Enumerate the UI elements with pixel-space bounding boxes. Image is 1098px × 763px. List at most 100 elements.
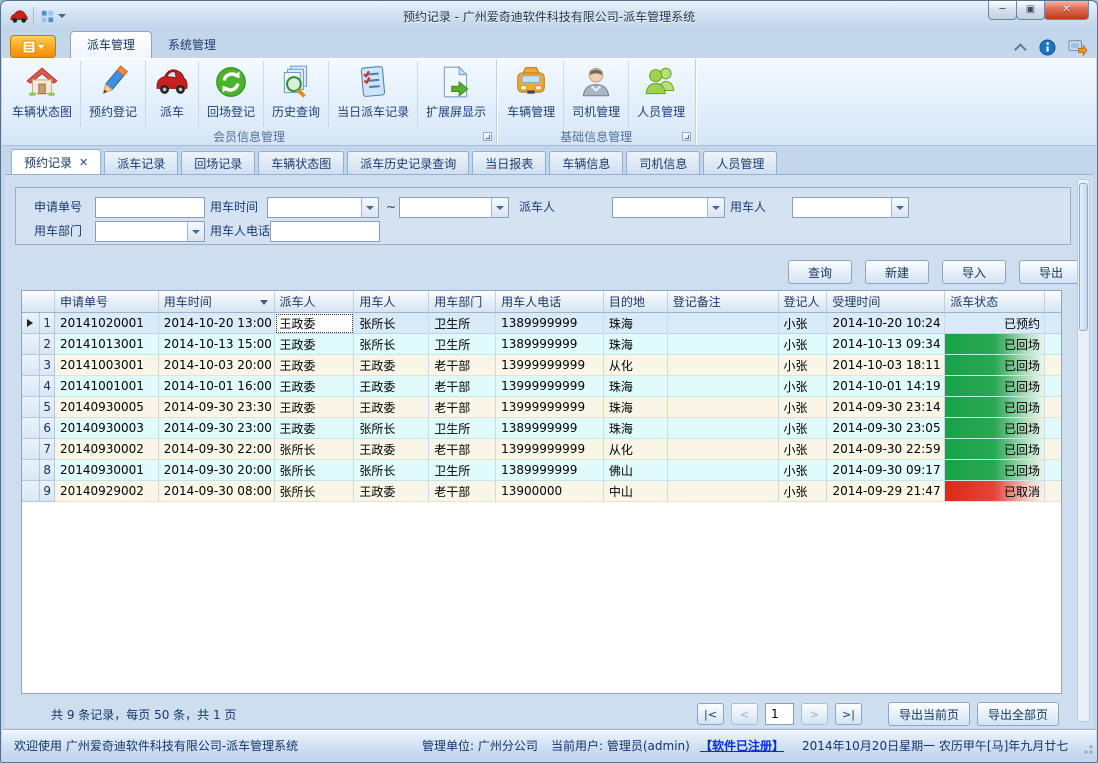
cell-user[interactable]: 王政委 [354, 481, 429, 502]
row-number-cell[interactable]: 2 [40, 334, 55, 355]
cell-use_time[interactable]: 2014-09-30 23:30 [159, 397, 275, 418]
row-indicator-cell[interactable] [22, 439, 40, 460]
cell-user[interactable]: 王政委 [354, 376, 429, 397]
close-tab-icon[interactable]: ✕ [79, 156, 88, 169]
cell-remark[interactable] [668, 334, 779, 355]
ribbon-button-house[interactable]: 车辆状态图 [4, 61, 81, 127]
cell-registrant[interactable]: 小张 [779, 397, 828, 418]
doc-tab-预约记录[interactable]: 预约记录✕ [11, 149, 101, 174]
cell-registrant[interactable]: 小张 [779, 313, 828, 334]
prev-page-button[interactable]: < [731, 703, 758, 725]
apply-no-input[interactable] [95, 197, 205, 218]
column-header-accept_time[interactable]: 受理时间 [827, 291, 945, 312]
cell-apply_no[interactable]: 20141001001 [55, 376, 159, 397]
ribbon-button-checklist[interactable]: 当日派车记录 [329, 61, 418, 127]
table-row[interactable]: 1201410200012014-10-20 13:00王政委张所长卫生所138… [22, 313, 1061, 334]
scrollbar-thumb[interactable] [1079, 183, 1088, 331]
cell-phone[interactable]: 13999999999 [496, 397, 604, 418]
row-number-cell[interactable]: 5 [40, 397, 55, 418]
ribbon-button-recycle[interactable]: 回场登记 [199, 61, 264, 127]
use-time-to-combo[interactable] [399, 197, 509, 218]
collapse-ribbon-icon[interactable] [1014, 43, 1027, 56]
cell-status[interactable]: 已回场 [945, 439, 1045, 460]
vertical-scrollbar[interactable] [1077, 179, 1090, 722]
cell-apply_no[interactable]: 20140930005 [55, 397, 159, 418]
use-time-from-combo[interactable] [267, 197, 379, 218]
dept-combo[interactable] [95, 221, 205, 242]
cell-dispatcher[interactable]: 张所长 [275, 460, 355, 481]
doc-tab-回场记录[interactable]: 回场记录 [181, 151, 255, 174]
row-number-cell[interactable]: 9 [40, 481, 55, 502]
cell-status[interactable]: 已回场 [945, 418, 1045, 439]
cell-user[interactable]: 张所长 [354, 334, 429, 355]
resize-grip-icon[interactable] [1081, 742, 1093, 754]
column-header-dispatcher[interactable]: 派车人 [275, 291, 355, 312]
cell-registrant[interactable]: 小张 [779, 334, 828, 355]
row-indicator-cell[interactable] [22, 376, 40, 397]
cell-remark[interactable] [668, 481, 779, 502]
row-number-cell[interactable]: 1 [40, 313, 55, 334]
column-header-registrant[interactable]: 登记人 [779, 291, 828, 312]
doc-tab-车辆状态图[interactable]: 车辆状态图 [258, 151, 344, 174]
row-indicator-cell[interactable] [22, 481, 40, 502]
cell-dept[interactable]: 老干部 [429, 481, 496, 502]
cell-dept[interactable]: 卫生所 [429, 418, 496, 439]
cell-accept_time[interactable]: 2014-10-01 14:19 [827, 376, 945, 397]
query-button[interactable]: 查询 [788, 260, 852, 284]
phone-input[interactable] [270, 221, 380, 242]
cell-dept[interactable]: 卫生所 [429, 334, 496, 355]
cell-user[interactable]: 张所长 [354, 313, 429, 334]
column-header-use_time[interactable]: 用车时间 [159, 291, 275, 312]
cell-remark[interactable] [668, 376, 779, 397]
cell-use_time[interactable]: 2014-10-01 16:00 [159, 376, 275, 397]
cell-registrant[interactable]: 小张 [779, 418, 828, 439]
cell-dept[interactable]: 卫生所 [429, 460, 496, 481]
row-indicator-cell[interactable] [22, 397, 40, 418]
cell-dispatcher[interactable]: 王政委 [275, 355, 355, 376]
cell-accept_time[interactable]: 2014-09-29 21:47 [827, 481, 945, 502]
table-row[interactable]: 6201409300032014-09-30 23:00王政委张所长卫生所138… [22, 418, 1061, 439]
cell-use_time[interactable]: 2014-10-20 13:00 [159, 313, 275, 334]
cell-phone[interactable]: 13900000 [496, 481, 604, 502]
cell-apply_no[interactable]: 20141020001 [55, 313, 159, 334]
ribbon-button-people[interactable]: 人员管理 [629, 61, 693, 127]
cell-phone[interactable]: 1389999999 [496, 313, 604, 334]
cell-user[interactable]: 王政委 [354, 439, 429, 460]
first-page-button[interactable]: |< [697, 703, 724, 725]
column-header-user[interactable]: 用车人 [354, 291, 429, 312]
cell-destination[interactable]: 珠海 [604, 376, 668, 397]
cell-phone[interactable]: 1389999999 [496, 460, 604, 481]
ribbon-tab[interactable]: 派车管理 [70, 31, 152, 58]
ribbon-button-red-car[interactable]: 派车 [146, 61, 199, 127]
cell-status[interactable]: 已回场 [945, 334, 1045, 355]
row-indicator-cell[interactable] [22, 460, 40, 481]
cell-apply_no[interactable]: 20141003001 [55, 355, 159, 376]
table-row[interactable]: 3201410030012014-10-03 20:00王政委王政委老干部139… [22, 355, 1061, 376]
cell-dept[interactable]: 卫生所 [429, 313, 496, 334]
export-button[interactable]: 导出 [1019, 260, 1083, 284]
license-link[interactable]: 【软件已注册】 [700, 737, 784, 754]
cell-remark[interactable] [668, 460, 779, 481]
cell-remark[interactable] [668, 355, 779, 376]
cell-dept[interactable]: 老干部 [429, 355, 496, 376]
cell-dispatcher[interactable]: 王政委 [275, 418, 355, 439]
column-header-apply_no[interactable]: 申请单号 [55, 291, 159, 312]
new-button[interactable]: 新建 [865, 260, 929, 284]
cell-phone[interactable]: 13999999999 [496, 355, 604, 376]
table-row[interactable]: 7201409300022014-09-30 22:00张所长王政委老干部139… [22, 439, 1061, 460]
cell-remark[interactable] [668, 418, 779, 439]
cell-accept_time[interactable]: 2014-09-30 23:14 [827, 397, 945, 418]
cell-destination[interactable]: 中山 [604, 481, 668, 502]
cell-registrant[interactable]: 小张 [779, 355, 828, 376]
cell-dispatcher[interactable]: 王政委 [275, 334, 355, 355]
cell-destination[interactable]: 佛山 [604, 460, 668, 481]
cell-phone[interactable]: 13999999999 [496, 439, 604, 460]
cell-dispatcher[interactable]: 王政委 [275, 397, 355, 418]
cell-status[interactable]: 已回场 [945, 376, 1045, 397]
cell-phone[interactable]: 1389999999 [496, 334, 604, 355]
row-number-cell[interactable]: 7 [40, 439, 55, 460]
cell-remark[interactable] [668, 313, 779, 334]
doc-tab-车辆信息[interactable]: 车辆信息 [549, 151, 623, 174]
cell-status[interactable]: 已预约 [945, 313, 1045, 334]
doc-tab-司机信息[interactable]: 司机信息 [626, 151, 700, 174]
